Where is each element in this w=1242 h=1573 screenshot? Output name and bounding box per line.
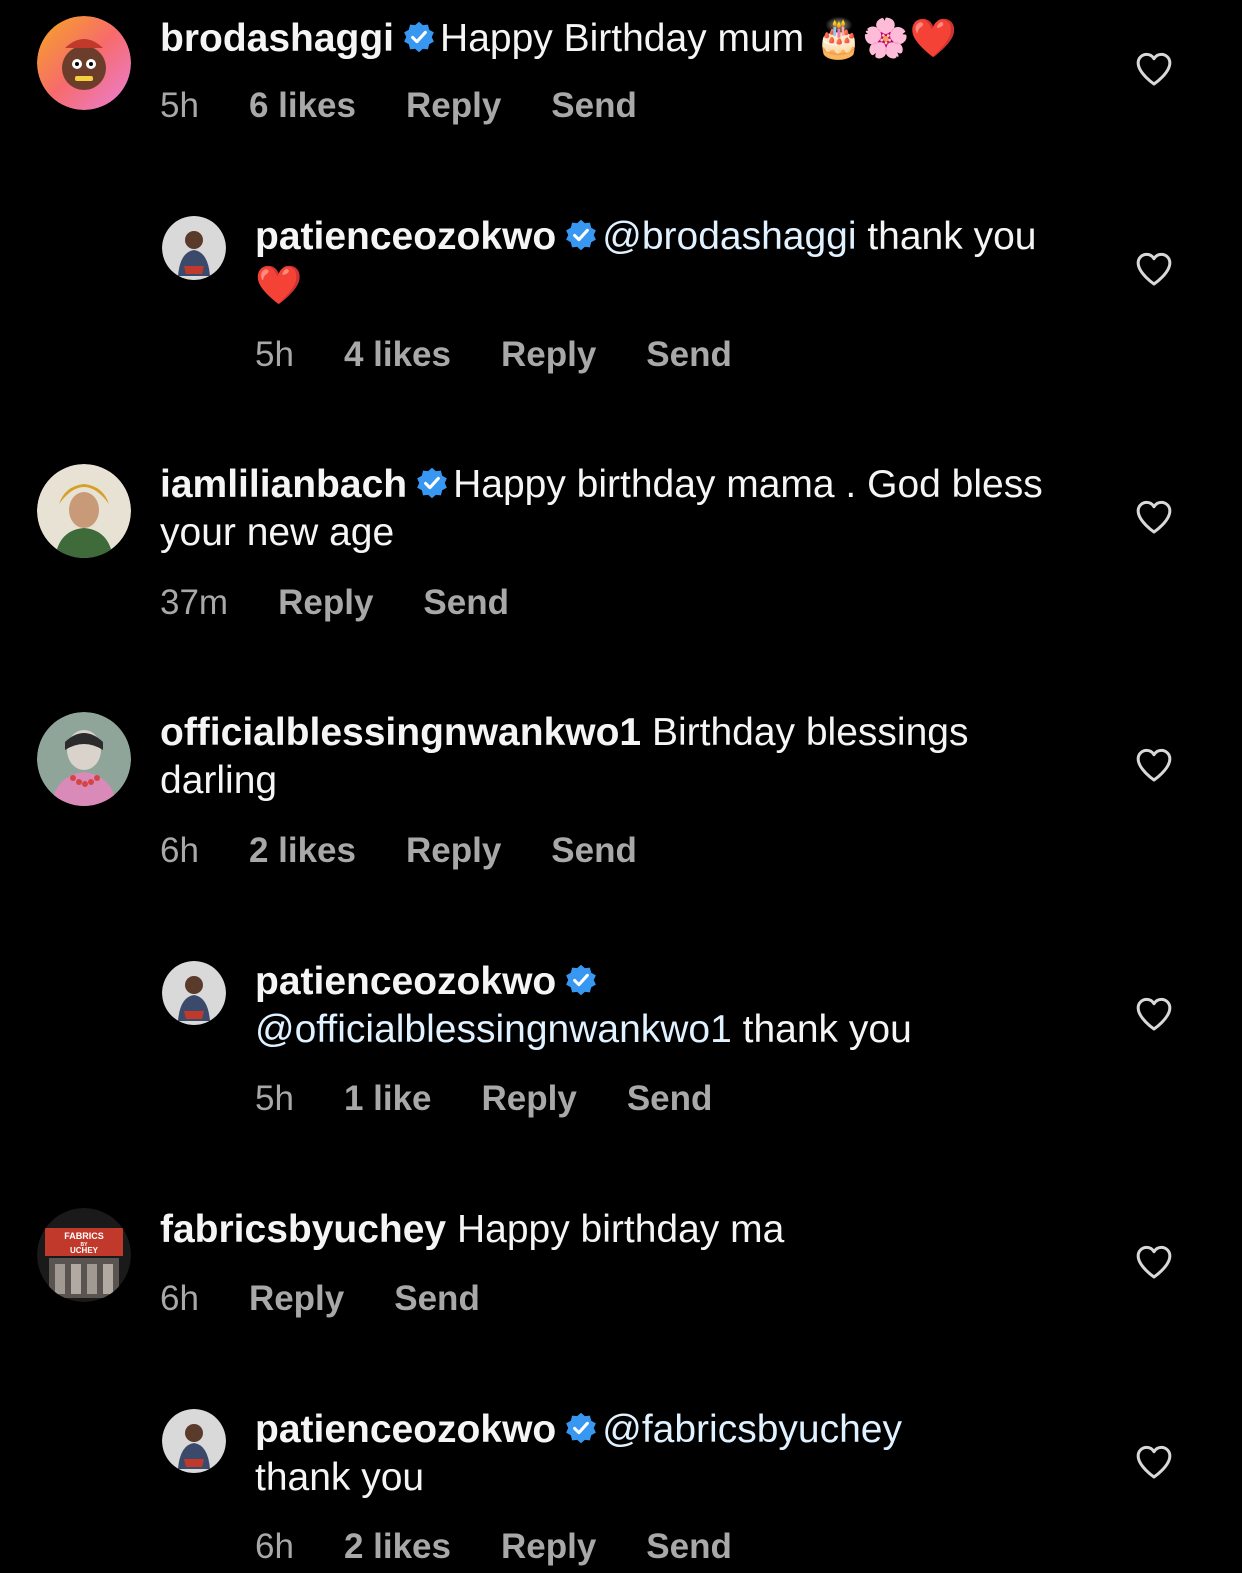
verified-badge-icon [564, 1411, 598, 1445]
comment-body: patienceozokwo @brodashaggi thank you ❤️ [255, 213, 1085, 310]
reply-button[interactable]: Reply [249, 1279, 344, 1319]
avatar-logo-text: FABRICS [64, 1231, 104, 1241]
timestamp: 5h [255, 335, 294, 374]
timestamp: 6h [160, 1279, 199, 1318]
timestamp: 6h [255, 1527, 294, 1566]
username[interactable]: iamlilianbach [160, 463, 407, 506]
send-button[interactable]: Send [646, 1527, 732, 1567]
verified-badge-icon [564, 218, 598, 252]
comment-meta: 6h 2 likes Reply Send [255, 1527, 732, 1567]
timestamp: 6h [160, 831, 199, 870]
emoji-heart: ❤️ [909, 16, 957, 60]
comment-body: fabricsbyuchey Happy birthday ma [160, 1206, 1080, 1254]
avatar[interactable] [162, 216, 226, 280]
avatar[interactable] [37, 16, 131, 110]
username[interactable]: patienceozokwo [255, 960, 556, 1003]
send-button[interactable]: Send [627, 1079, 713, 1119]
timestamp: 37m [160, 583, 229, 622]
emoji-cake: 🎂 [815, 16, 863, 60]
comment-body: brodashaggi Happy Birthday mum 🎂🌸❤️ [160, 14, 1080, 63]
username[interactable]: officialblessingnwankwo1 [160, 711, 641, 754]
comment-meta: 5h 1 like Reply Send [255, 1079, 712, 1119]
send-button[interactable]: Send [551, 831, 637, 871]
comment-meta: 6h 2 likes Reply Send [160, 831, 637, 871]
username[interactable]: patienceozokwo [255, 1408, 556, 1451]
verified-badge-icon [564, 963, 598, 997]
avatar[interactable] [162, 1409, 226, 1473]
comment-meta: 5h 4 likes Reply Send [255, 335, 732, 375]
reply-button[interactable]: Reply [278, 583, 373, 623]
send-button[interactable]: Send [551, 86, 637, 126]
like-heart-icon[interactable] [1134, 497, 1174, 537]
comment-body: patienceozokwo @fabricsbyuchey thank you [255, 1406, 1085, 1502]
avatar[interactable] [162, 961, 226, 1025]
send-button[interactable]: Send [646, 335, 732, 375]
emoji-flower: 🌸 [862, 16, 910, 60]
comment-meta: 37m Reply Send [160, 583, 509, 623]
reply-button[interactable]: Reply [501, 1527, 596, 1567]
verified-badge-icon [402, 20, 436, 54]
timestamp: 5h [255, 1079, 294, 1118]
likes-count[interactable]: 2 likes [249, 831, 356, 871]
reply-button[interactable]: Reply [482, 1079, 577, 1119]
avatar[interactable] [37, 464, 131, 558]
emoji-heart: ❤️ [255, 263, 303, 307]
reply-button[interactable]: Reply [406, 831, 501, 871]
send-button[interactable]: Send [423, 583, 509, 623]
verified-badge-icon [415, 466, 449, 500]
send-button[interactable]: Send [394, 1279, 480, 1319]
like-heart-icon[interactable] [1134, 994, 1174, 1034]
comment-text: thank you [742, 1008, 912, 1051]
comment-text: Happy birthday ma [456, 1208, 785, 1251]
mention-link[interactable]: @officialblessingnwankwo1 [255, 1008, 732, 1051]
comment-body: patienceozokwo @officialblessingnwankwo1 … [255, 958, 1085, 1054]
username[interactable]: patienceozokwo [255, 215, 556, 258]
comment-text: thank you [255, 1456, 425, 1499]
likes-count[interactable]: 2 likes [344, 1527, 451, 1567]
like-heart-icon[interactable] [1134, 745, 1174, 785]
timestamp: 5h [160, 86, 199, 125]
comment-text: thank you [867, 215, 1037, 258]
avatar[interactable]: FABRICS BY UCHEY [37, 1208, 131, 1302]
comment-text: Happy Birthday mum [440, 17, 805, 60]
username[interactable]: fabricsbyuchey [160, 1208, 446, 1251]
like-heart-icon[interactable] [1134, 1242, 1174, 1282]
avatar[interactable] [37, 712, 131, 806]
username[interactable]: brodashaggi [160, 17, 394, 60]
comment-body: iamlilianbach Happy birthday mama . God b… [160, 461, 1080, 557]
likes-count[interactable]: 6 likes [249, 86, 356, 126]
like-heart-icon[interactable] [1134, 1442, 1174, 1482]
mention-link[interactable]: @brodashaggi [602, 215, 856, 258]
likes-count[interactable]: 4 likes [344, 335, 451, 375]
comment-meta: 5h 6 likes Reply Send [160, 86, 637, 126]
reply-button[interactable]: Reply [501, 335, 596, 375]
avatar-logo-text: UCHEY [70, 1246, 99, 1255]
likes-count[interactable]: 1 like [344, 1079, 432, 1119]
comment-meta: 6h Reply Send [160, 1279, 480, 1319]
like-heart-icon[interactable] [1134, 249, 1174, 289]
like-heart-icon[interactable] [1134, 49, 1174, 89]
comment-body: officialblessingnwankwo1 Birthday blessi… [160, 709, 1080, 805]
mention-link[interactable]: @fabricsbyuchey [602, 1408, 902, 1451]
reply-button[interactable]: Reply [406, 86, 501, 126]
